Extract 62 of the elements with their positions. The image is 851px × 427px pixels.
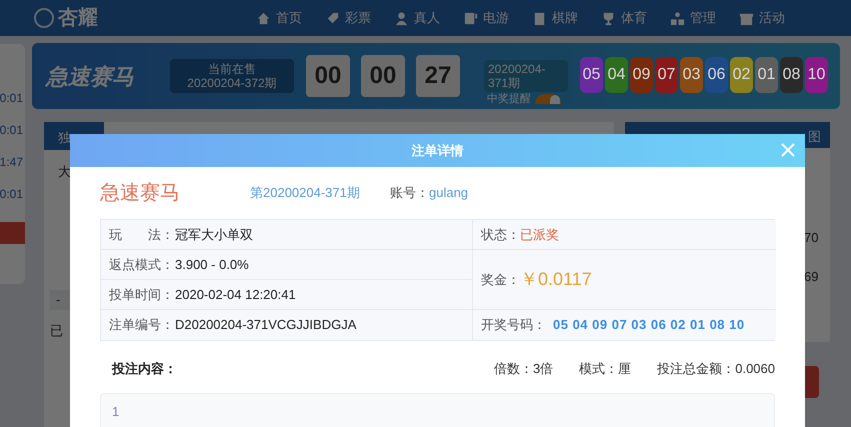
status-text: 已派奖 bbox=[520, 226, 559, 244]
field-label: 玩 法： bbox=[109, 226, 175, 244]
game-icon bbox=[463, 10, 478, 26]
countdown-digit: 27 bbox=[416, 55, 460, 97]
selected-text: 已 bbox=[50, 322, 63, 340]
draw-numbers: 05 04 09 07 03 06 02 01 08 10 bbox=[553, 316, 745, 334]
countdown-digit: 00 bbox=[361, 55, 405, 97]
trophy-icon bbox=[601, 10, 616, 26]
tag-icon bbox=[325, 10, 340, 26]
game-name: 急速赛马 bbox=[100, 181, 181, 206]
person-icon bbox=[394, 10, 409, 26]
nav-link[interactable]: 管理 bbox=[670, 8, 716, 28]
field-value: D20200204-371VCGJJIBDGJA bbox=[175, 316, 356, 334]
field-label: 投单时间： bbox=[109, 286, 175, 304]
time-text: 0:01 bbox=[0, 122, 23, 139]
game-logo: 急速赛马 bbox=[46, 62, 135, 90]
nav-link[interactable]: 真人 bbox=[394, 8, 440, 28]
nav-link[interactable]: 活动 bbox=[739, 8, 785, 28]
win-alert-label: 中奖提醒 bbox=[487, 93, 531, 105]
period-number: 第20200204-371期 bbox=[250, 184, 361, 202]
nav-link[interactable]: 电游 bbox=[463, 8, 509, 28]
content-text: 1 bbox=[112, 403, 120, 422]
people-icon bbox=[670, 10, 685, 26]
field-label: 状态： bbox=[481, 226, 520, 244]
logo-emblem-icon bbox=[34, 8, 54, 28]
time-text: 0:01 bbox=[0, 186, 23, 203]
nav-link[interactable]: 体育 bbox=[601, 8, 647, 28]
nav-link[interactable]: 首页 bbox=[256, 8, 302, 28]
section-label: 投注内容： bbox=[112, 360, 177, 378]
multiple-text: 倍数：3倍 bbox=[494, 360, 554, 378]
site-logo: 杏耀 bbox=[58, 6, 98, 31]
row-text: 大 bbox=[58, 163, 71, 181]
field-value: 2020-02-04 12:20:41 bbox=[175, 286, 296, 304]
current-period-box: 当前在售 20200204-372期 bbox=[170, 59, 294, 93]
toggle-switch[interactable] bbox=[535, 94, 561, 104]
field-label: 注单编号： bbox=[109, 316, 175, 334]
nav-link[interactable]: 彩票 bbox=[325, 8, 371, 28]
time-text: 0:01 bbox=[0, 90, 23, 107]
cards-icon bbox=[532, 10, 547, 26]
account-name: gulang bbox=[429, 185, 468, 200]
field-value: 3.900 - 0.0% bbox=[175, 256, 249, 274]
mode-text: 模式：厘 bbox=[579, 360, 632, 378]
time-text: 1:47 bbox=[0, 154, 23, 171]
table-cell-text: 70 bbox=[804, 229, 818, 247]
nav-link[interactable]: 棋牌 bbox=[532, 8, 578, 28]
total-text: 投注总金额：0.0060 bbox=[657, 360, 775, 378]
table-cell-text: 69 bbox=[804, 268, 818, 286]
prize-amount: ￥0.0117 bbox=[520, 268, 592, 291]
trend-link[interactable]: 图 bbox=[808, 127, 821, 146]
confirm-button[interactable] bbox=[805, 366, 819, 398]
account-label: 账号： bbox=[390, 185, 429, 200]
modal-title: 注单详情 bbox=[412, 142, 464, 160]
arrow-button[interactable] bbox=[0, 222, 25, 244]
countdown-digit: 00 bbox=[306, 55, 350, 97]
field-value: 冠军大小单双 bbox=[175, 226, 253, 244]
field-label: 奖金： bbox=[481, 270, 520, 289]
close-icon bbox=[781, 143, 795, 157]
field-label: 开奖号码： bbox=[481, 316, 547, 334]
field-label: 返点模式： bbox=[109, 256, 175, 274]
minus-button[interactable]: - bbox=[50, 290, 70, 310]
last-period-box: 20200204-371期 bbox=[484, 60, 568, 92]
home-icon bbox=[256, 10, 271, 26]
